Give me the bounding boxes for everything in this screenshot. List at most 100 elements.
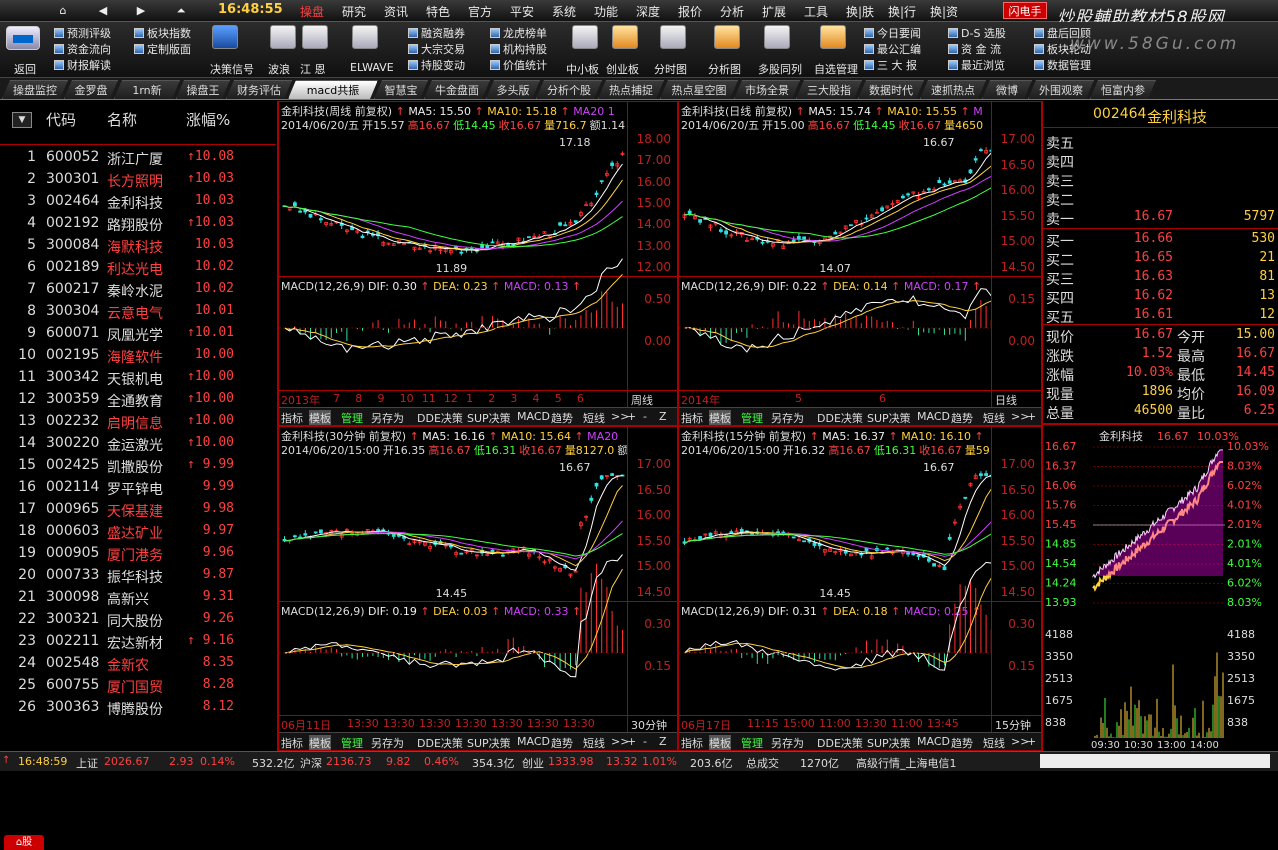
tab-12[interactable]: 市场全景 xyxy=(734,80,800,99)
tab-10[interactable]: 热点捕捉 xyxy=(598,80,664,99)
menu-6[interactable]: 系统 xyxy=(552,3,576,19)
menu-1[interactable]: 研究 xyxy=(342,3,366,19)
tab-2[interactable]: 1rn新 xyxy=(114,80,180,99)
chart-btn-2[interactable]: 管理 xyxy=(741,735,763,750)
home-tab[interactable]: ⌂股 xyxy=(4,835,44,850)
menu-13[interactable]: 换|肤 xyxy=(846,3,874,19)
list-item[interactable]: 21 300098 高新兴 9.31 xyxy=(0,586,276,608)
chart-btn-11[interactable]: - xyxy=(643,735,647,748)
toolbar-col3-0[interactable]: 融资融券 xyxy=(408,25,465,41)
col-header-pct[interactable]: 涨幅% xyxy=(186,109,230,130)
toolbar-big-icon[interactable] xyxy=(764,25,790,49)
chart-btn-10[interactable]: + xyxy=(627,410,636,423)
chart-btn-8[interactable]: 短线 xyxy=(583,410,605,425)
chart-btn-0[interactable]: 指标 xyxy=(681,410,703,425)
return-icon[interactable] xyxy=(6,26,40,50)
tab-3[interactable]: 操盘王 xyxy=(176,80,230,99)
toolbar-col4-2[interactable]: 价值统计 xyxy=(490,57,547,73)
list-item[interactable]: 2 300301 长方照明 ↑10.03 xyxy=(0,168,276,190)
tab-13[interactable]: 三大股指 xyxy=(796,80,862,99)
list-item[interactable]: 4 002192 路翔股份 ↑10.03 xyxy=(0,212,276,234)
return-button[interactable]: 返回 xyxy=(14,61,36,77)
list-item[interactable]: 22 300321 同大股份 9.26 xyxy=(0,608,276,630)
chart-btn-6[interactable]: MACD xyxy=(917,410,950,423)
chart-btn-7[interactable]: 趋势 xyxy=(551,410,573,425)
chart-btn-4[interactable]: DDE决策 xyxy=(417,410,463,425)
menu-11[interactable]: 扩展 xyxy=(762,3,786,19)
toolbar-big2-2[interactable]: 分时图 xyxy=(654,61,687,77)
tab-1[interactable]: 金罗盘 xyxy=(64,80,118,99)
tab-5[interactable]: macd共振 xyxy=(288,80,378,99)
chart-btn-2[interactable]: 管理 xyxy=(341,735,363,750)
tab-4[interactable]: 财务评估 xyxy=(226,80,292,99)
chart-btn-10[interactable]: + xyxy=(1027,410,1036,423)
chart-btn-0[interactable]: 指标 xyxy=(281,410,303,425)
toolbar-big2-0[interactable]: 中小板 xyxy=(566,61,599,77)
toolbar-big-1[interactable]: 波浪 xyxy=(268,61,290,77)
toolbar-big-icon[interactable] xyxy=(660,25,686,49)
toolbar-big-icon[interactable] xyxy=(820,25,846,49)
tab-17[interactable]: 外围观察 xyxy=(1028,80,1094,99)
chart-btn-4[interactable]: DDE决策 xyxy=(817,410,863,425)
chart-btn-1[interactable]: 模板 xyxy=(309,410,331,425)
tab-6[interactable]: 智慧宝 xyxy=(374,80,428,99)
list-menu-icon[interactable]: ▼ xyxy=(12,112,32,128)
list-item[interactable]: 9 600071 凤凰光学 ↑10.01 xyxy=(0,322,276,344)
toolbar-col5-0[interactable]: 今日要闻 xyxy=(864,25,921,41)
status-input-box[interactable] xyxy=(1040,754,1270,768)
list-item[interactable]: 10 002195 海隆软件 10.00 xyxy=(0,344,276,366)
chart-btn-5[interactable]: SUP决策 xyxy=(867,410,911,425)
toolbar-big2-5[interactable]: 自选管理 xyxy=(814,61,858,77)
toolbar-big2-1[interactable]: 创业板 xyxy=(606,61,639,77)
tab-8[interactable]: 多头版 xyxy=(486,80,540,99)
tab-18[interactable]: 恒富内参 xyxy=(1090,80,1156,99)
toolbar-col4-1[interactable]: 机构持股 xyxy=(490,41,547,57)
chart-btn-10[interactable]: + xyxy=(627,735,636,748)
chart-btn-8[interactable]: 短线 xyxy=(983,735,1005,750)
list-item[interactable]: 14 300220 金运激光 ↑10.00 xyxy=(0,432,276,454)
feed-status[interactable]: 高级行情_上海电信1 xyxy=(856,755,957,771)
menu-3[interactable]: 特色 xyxy=(426,3,450,19)
toolbar-col5-2[interactable]: 三 大 报 xyxy=(864,57,917,73)
toolbar-col5-1[interactable]: 最公汇编 xyxy=(864,41,921,57)
list-item[interactable]: 24 002548 金新农 8.35 xyxy=(0,652,276,674)
menu-7[interactable]: 功能 xyxy=(594,3,618,19)
chart-canvas[interactable]: 16.67 14.45 xyxy=(679,427,991,732)
list-item[interactable]: 11 300342 天银机电 ↑10.00 xyxy=(0,366,276,388)
col-header-code[interactable]: 代码 xyxy=(46,109,76,130)
chart-btn-4[interactable]: DDE决策 xyxy=(417,735,463,750)
tab-16[interactable]: 微博 xyxy=(982,80,1032,99)
toolbar-big-icon[interactable] xyxy=(572,25,598,49)
toolbar-col6-2[interactable]: 最近浏览 xyxy=(948,57,1005,73)
list-item[interactable]: 8 300304 云意电气 10.01 xyxy=(0,300,276,322)
toolbar-big-2[interactable]: 江 恩 xyxy=(300,61,326,77)
menu-4[interactable]: 官方 xyxy=(468,3,492,19)
toolbar-big2-3[interactable]: 分析图 xyxy=(708,61,741,77)
toolbar-col6-0[interactable]: D-S 选股 xyxy=(948,25,1006,41)
list-item[interactable]: 18 000603 盛达矿业 9.97 xyxy=(0,520,276,542)
chart-btn-12[interactable]: Z xyxy=(659,735,667,748)
tab-15[interactable]: 速抓热点 xyxy=(920,80,986,99)
list-item[interactable]: 15 002425 凯撒股份 ↑ 9.99 xyxy=(0,454,276,476)
chart-btn-0[interactable]: 指标 xyxy=(281,735,303,750)
toolbar-big-icon[interactable] xyxy=(714,25,740,49)
tab-9[interactable]: 分析个股 xyxy=(536,80,602,99)
chart-btn-3[interactable]: 另存为 xyxy=(771,410,804,425)
chart-btn-1[interactable]: 模板 xyxy=(709,735,731,750)
chart-btn-11[interactable]: - xyxy=(643,410,647,423)
chart-btn-5[interactable]: SUP决策 xyxy=(467,735,511,750)
list-item[interactable]: 3 002464 金利科技 10.03 xyxy=(0,190,276,212)
toolbar-big-icon[interactable] xyxy=(270,25,296,49)
menu-15[interactable]: 换|资 xyxy=(930,3,958,19)
list-item[interactable]: 17 000965 天保基建 9.98 xyxy=(0,498,276,520)
toolbar-col1-0[interactable]: 预测评级 xyxy=(54,25,111,41)
chart-btn-5[interactable]: SUP决策 xyxy=(867,735,911,750)
chart-btn-2[interactable]: 管理 xyxy=(741,410,763,425)
list-item[interactable]: 26 300363 博腾股份 8.12 xyxy=(0,696,276,718)
toolbar-big-icon[interactable] xyxy=(352,25,378,49)
chart-btn-12[interactable]: Z xyxy=(659,410,667,423)
list-item[interactable]: 25 600755 厦门国贸 8.28 xyxy=(0,674,276,696)
list-item[interactable]: 5 300084 海默科技 10.03 xyxy=(0,234,276,256)
toolbar-big-icon[interactable] xyxy=(612,25,638,49)
forward-icon[interactable]: ▶ xyxy=(128,2,154,20)
